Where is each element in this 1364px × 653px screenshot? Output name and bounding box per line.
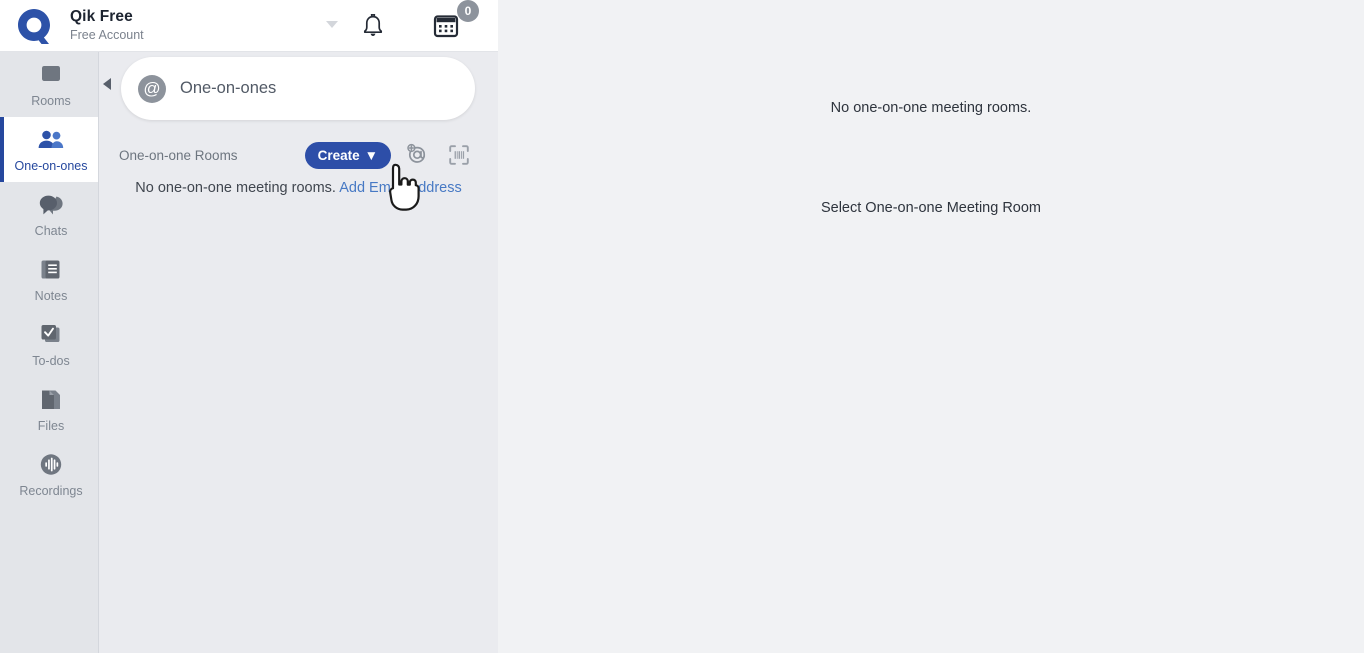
sidebar-item-recordings[interactable]: Recordings [0,442,98,507]
sidebar-item-to-dos[interactable]: To-dos [0,312,98,377]
sidebar-item-label: Recordings [19,483,83,498]
account-subtitle: Free Account [70,28,144,43]
notification-bell-button[interactable] [358,11,388,41]
sidebar-item-label: To-dos [32,353,70,368]
empty-state-message: No one-on-one meeting rooms. [135,180,336,196]
detail-empty-message: No one-on-one meeting rooms. [830,100,1032,116]
add-email-address-link[interactable]: Add Email Address [339,180,462,196]
sidebar-item-chats[interactable]: Chats [0,182,98,247]
detail-pane: No one-on-one meeting rooms. Select One-… [498,52,1364,653]
notes-icon [38,257,64,283]
add-email-icon [407,143,426,163]
list-toolbar: One-on-one Rooms Create ▼ [119,138,475,172]
app-logo[interactable] [0,6,70,46]
account-info[interactable]: Qik Free Free Account [70,8,144,42]
sidebar-item-one-on-ones[interactable]: One-on-ones [0,117,98,182]
calendar-button[interactable] [431,11,461,41]
section-title: One-on-ones [180,79,277,97]
toolbar-label: One-on-one Rooms [119,147,238,163]
add-email-button[interactable] [401,140,433,170]
sidebar-item-label: Notes [34,288,68,303]
account-name: Qik Free [70,8,133,26]
one-on-ones-list-panel: @ One-on-ones One-on-one Rooms Create ▼ [99,52,498,653]
notification-bell-icon [363,14,383,36]
sidebar-item-rooms[interactable]: Rooms [0,52,98,117]
detail-select-prompt: Select One-on-one Meeting Room [820,200,1042,216]
rooms-icon [38,62,64,88]
sidebar-item-label: Chats [34,223,68,238]
recording-icon [38,452,64,478]
q-logo-icon [18,8,50,44]
scan-code-icon [449,145,469,165]
create-button[interactable]: Create ▼ [304,141,391,169]
chevron-down-icon: ▼ [364,147,378,163]
sidebar-item-label: One-on-ones [14,158,88,173]
checkbox-icon [38,322,64,348]
sidebar-item-label: Rooms [31,93,71,108]
sidebar-nav: Rooms One-on-ones Chats Notes To-dos Fil… [0,52,99,653]
app-body: Rooms One-on-ones Chats Notes To-dos Fil… [0,52,1364,653]
sidebar-item-files[interactable]: Files [0,377,98,442]
app-header: Qik Free Free Account 0 [0,0,498,52]
chevron-down-icon[interactable] [326,21,338,28]
scan-code-button[interactable] [443,140,475,170]
at-avatar-icon: @ [138,74,166,103]
chat-bubble-icon [37,192,65,218]
collapse-left-arrow-icon[interactable] [103,78,111,90]
sidebar-item-notes[interactable]: Notes [0,247,98,312]
sidebar-item-label: Files [37,418,65,433]
people-icon [36,127,66,153]
calendar-icon [433,15,459,38]
current-section-card[interactable]: @ One-on-ones [121,57,475,120]
create-button-label: Create [317,147,360,163]
list-empty-state: No one-on-one meeting rooms. Add Email A… [99,180,498,196]
files-icon [38,387,64,413]
app-window: Qik Free Free Account 0 Rooms One-on-one… [0,0,1364,653]
calendar-count-badge: 0 [457,0,479,22]
